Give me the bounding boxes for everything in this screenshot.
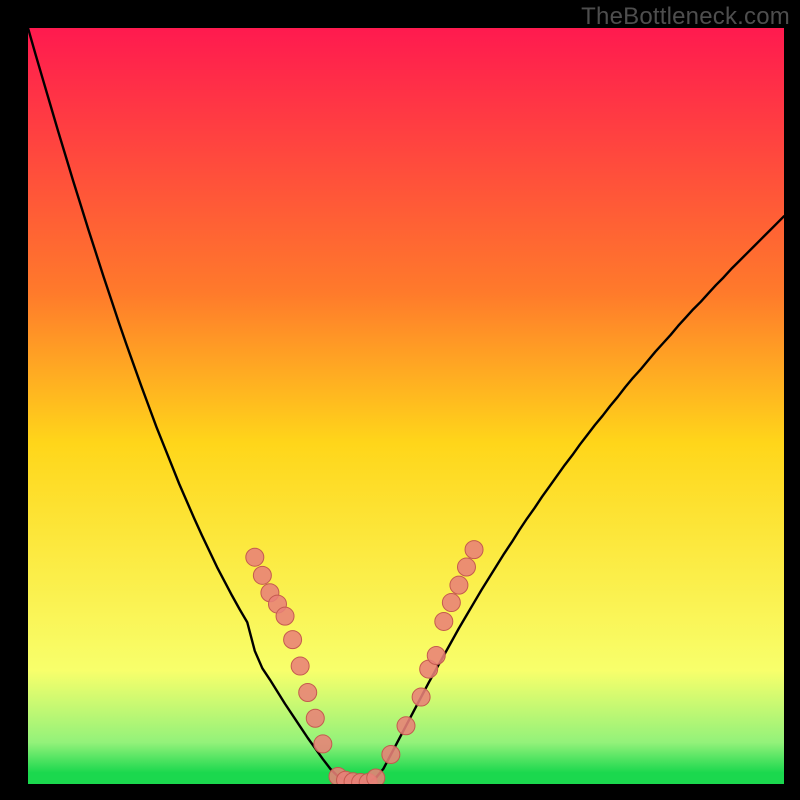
bottleneck-chart [28,28,784,784]
watermark-text: TheBottleneck.com [581,3,790,31]
curve-marker [246,548,264,566]
curve-marker [299,684,317,702]
gradient-background [28,28,784,784]
curve-marker [442,594,460,612]
curve-marker [284,631,302,649]
curve-marker [465,541,483,559]
curve-marker [435,612,453,630]
curve-marker [450,576,468,594]
chart-frame: TheBottleneck.com [0,0,800,800]
curve-marker [427,646,445,664]
curve-marker [367,769,385,784]
curve-marker [397,717,415,735]
curve-marker [382,746,400,764]
curve-marker [314,735,332,753]
curve-marker [253,566,271,584]
curve-marker [412,688,430,706]
curve-marker [457,558,475,576]
curve-marker [276,607,294,625]
curve-marker [291,657,309,675]
curve-marker [306,709,324,727]
